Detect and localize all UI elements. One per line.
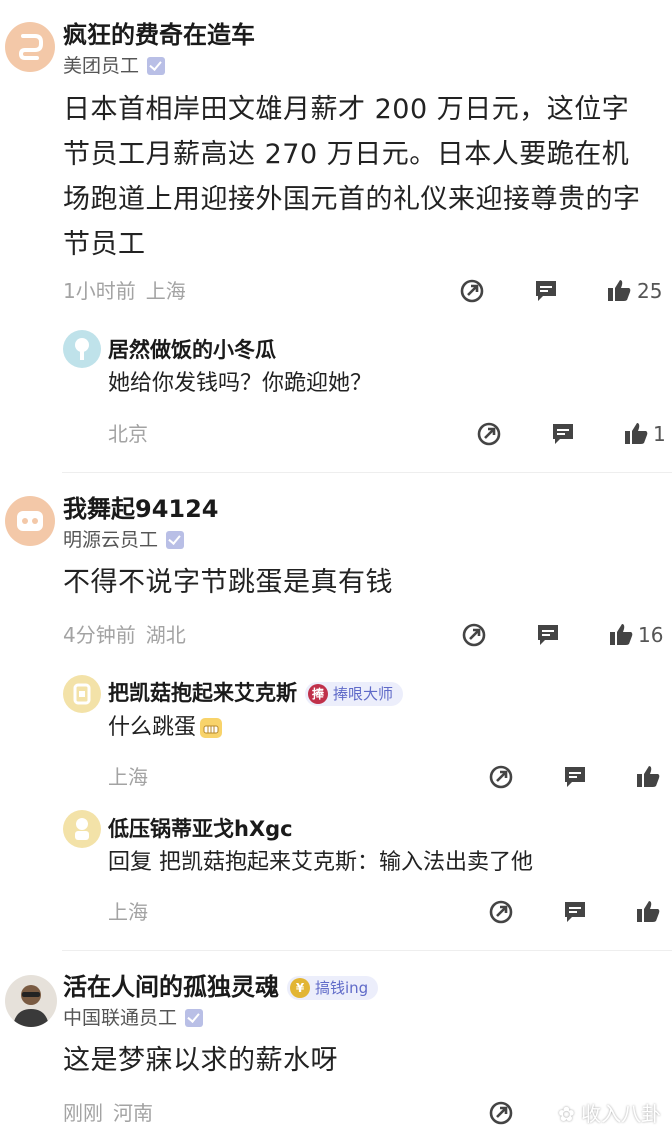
reply-text: 什么跳蛋 — [108, 712, 224, 744]
company-label: 明源云员工 — [63, 529, 159, 551]
share-icon[interactable] — [488, 764, 514, 790]
comment-author[interactable]: 我舞起94124 — [63, 494, 219, 524]
verified-icon — [185, 1009, 204, 1027]
comment-meta: 4分钟前 湖北 — [63, 622, 186, 648]
comment-text: 日本首相岸田文雄月薪才 200 万日元，这位字节员工月薪高达 270 万日元。日… — [63, 94, 641, 260]
reply-location: 北京 — [108, 422, 148, 446]
like-count: 1 — [653, 422, 666, 446]
verified-icon — [166, 531, 185, 549]
comment-meta: 刚刚 河南 — [63, 1100, 153, 1126]
reply-location: 上海 — [108, 765, 148, 789]
badge-icon: 捧 — [308, 684, 328, 704]
like-icon[interactable] — [608, 622, 634, 648]
lantern-avatar-icon — [73, 683, 91, 705]
share-icon[interactable] — [459, 278, 485, 304]
author-company: 明源云员工 — [63, 528, 185, 552]
robot-avatar-icon — [17, 511, 43, 531]
author-company: 中国联通员工 — [63, 1006, 204, 1030]
comment-meta: 1小时前 上海 — [63, 278, 186, 304]
avatar[interactable] — [5, 496, 55, 546]
reply-author[interactable]: 居然做饭的小冬瓜 — [108, 336, 276, 364]
reply-location: 上海 — [108, 900, 148, 924]
comment-author[interactable]: 活在人间的孤独灵魂 — [63, 973, 279, 1001]
user-badge[interactable]: 捧捧哏大师 — [305, 682, 404, 706]
share-icon[interactable] — [461, 622, 487, 648]
like-icon[interactable] — [623, 421, 649, 447]
author-company: 美团员工 — [63, 54, 166, 78]
reply-icon[interactable] — [533, 278, 559, 304]
share-icon[interactable] — [488, 1100, 514, 1126]
like-count: 25 — [637, 279, 663, 303]
figure-avatar-icon — [75, 818, 89, 840]
comment-time: 1小时前 — [63, 279, 136, 303]
avatar[interactable] — [5, 975, 57, 1027]
like-count: 16 — [638, 623, 664, 647]
watermark: ✿ 收入八卦 — [558, 1098, 661, 1127]
comment-text: 不得不说字节跳蛋是真有钱 — [63, 567, 393, 598]
watermark-text: 收入八卦 — [581, 1102, 662, 1126]
comment-time: 刚刚 — [63, 1101, 103, 1125]
reply-icon[interactable] — [535, 622, 561, 648]
avatar[interactable] — [63, 330, 101, 368]
user-badge[interactable]: ¥ 搞钱ing — [287, 976, 379, 1000]
avatar[interactable] — [5, 22, 55, 72]
person-photo-avatar-icon — [13, 985, 49, 1027]
paperclip-avatar-icon — [18, 34, 43, 60]
comment-location: 上海 — [145, 279, 186, 303]
avatar[interactable] — [63, 675, 101, 713]
reply-author[interactable]: 把凯菇抱起来艾克斯 — [108, 681, 297, 705]
sprout-avatar-icon — [75, 338, 89, 360]
like-icon[interactable] — [635, 899, 661, 925]
share-icon[interactable] — [476, 421, 502, 447]
wechat-icon: ✿ — [558, 1102, 575, 1126]
like-icon[interactable] — [635, 764, 661, 790]
reply-icon[interactable] — [562, 764, 588, 790]
comment-author[interactable]: 疯狂的费奇在造车 — [63, 20, 255, 50]
reply-text: 她给你发钱吗？你跪迎她？ — [108, 371, 373, 396]
reply-author[interactable]: 低压锅蒂亚戈hXgc — [108, 815, 293, 843]
like-icon[interactable] — [606, 278, 632, 304]
comment-author-row: 活在人间的孤独灵魂 ¥ 搞钱ing — [63, 972, 379, 1002]
avatar[interactable] — [63, 810, 101, 848]
reply-author-row: 把凯菇抱起来艾克斯捧捧哏大师 — [108, 679, 404, 707]
share-icon[interactable] — [488, 899, 514, 925]
comment-location: 湖北 — [145, 623, 186, 647]
company-label: 美团员工 — [63, 55, 140, 77]
badge-label: 捧哏大师 — [333, 685, 394, 703]
divider — [62, 472, 672, 473]
reply-icon[interactable] — [562, 899, 588, 925]
reply-icon[interactable] — [550, 421, 576, 447]
grin-emoji-icon — [200, 718, 223, 738]
badge-label: 搞钱ing — [315, 979, 369, 997]
verified-icon — [147, 57, 166, 75]
reply-text: 回复 把凯菇抱起来艾克斯：输入法出卖了他 — [108, 850, 533, 875]
comment-location: 河南 — [113, 1101, 153, 1125]
divider — [62, 950, 672, 951]
badge-icon: ¥ — [290, 978, 310, 998]
company-label: 中国联通员工 — [63, 1007, 178, 1029]
reply-text-content: 什么跳蛋 — [108, 715, 197, 740]
comment-time: 4分钟前 — [63, 623, 136, 647]
comment-text: 这是梦寐以求的薪水呀 — [63, 1045, 338, 1076]
